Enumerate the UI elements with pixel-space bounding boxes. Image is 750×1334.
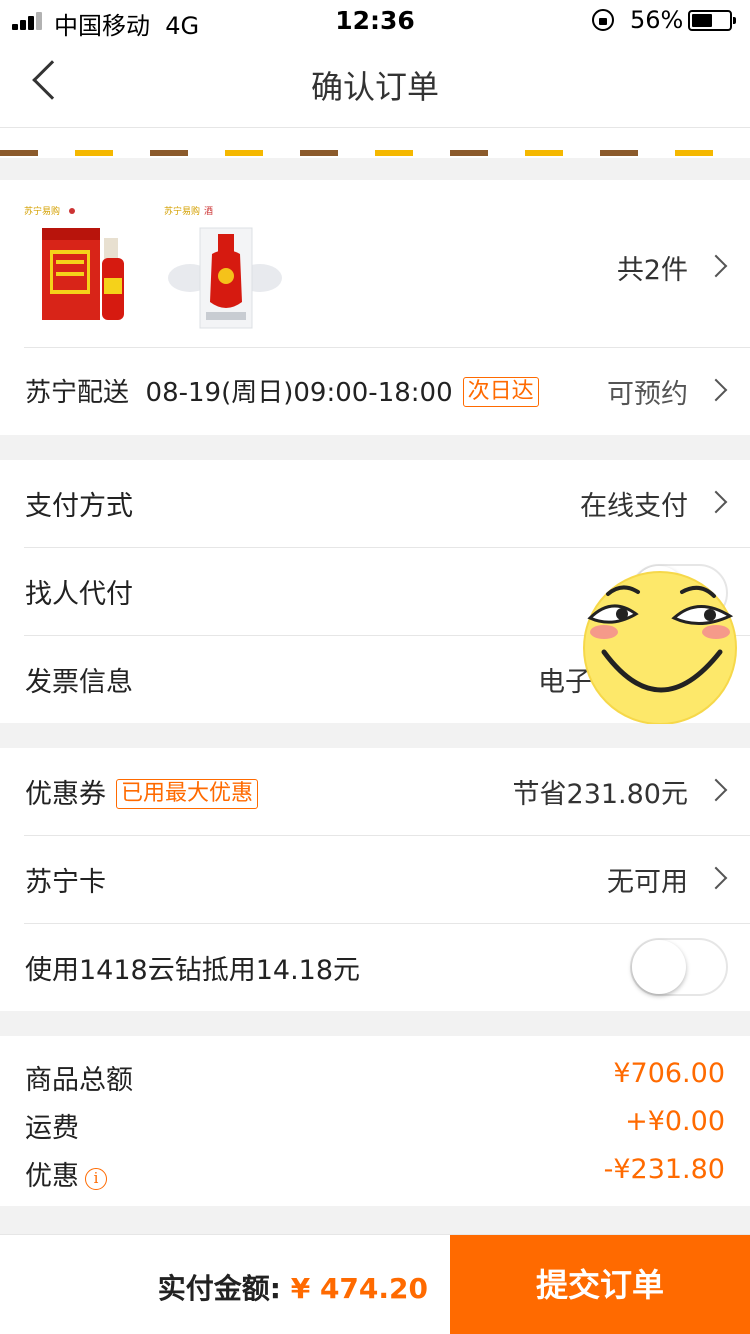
order-items-section: 苏宁易购 苏宁易购 酒 共2件 苏宁配送 08-19(周日)09:00-18:0… xyxy=(0,180,750,435)
product-count: 共2件 xyxy=(616,255,688,286)
pay-amount-label: 实付金额: xyxy=(157,1272,281,1305)
coupon-label: 优惠券 xyxy=(25,779,106,810)
coupon-info: 优惠券 已用最大优惠 xyxy=(25,772,259,811)
liquor-box-image: 苏宁易购 xyxy=(24,205,124,320)
goods-total-value: ¥706.00 xyxy=(613,1058,725,1089)
shipping-row: 运费 +¥0.00 xyxy=(25,1098,725,1146)
info-icon[interactable]: i xyxy=(85,1168,107,1190)
signal-icon xyxy=(12,12,48,30)
suning-card-value: 无可用 xyxy=(607,867,688,898)
orientation-lock-icon xyxy=(592,9,614,31)
carrier-label: 中国移动 4G xyxy=(54,12,200,40)
product-image-1[interactable]: 苏宁易购 xyxy=(20,202,150,332)
shipping-value: +¥0.00 xyxy=(625,1106,725,1137)
shipping-label: 运费 xyxy=(25,1113,79,1144)
chevron-right-icon xyxy=(704,490,728,514)
stripe-segment xyxy=(712,150,750,156)
stripe-band xyxy=(0,150,750,156)
coupon-tag: 已用最大优惠 xyxy=(116,779,259,809)
pay-amount-info: 实付金额: ¥ 474.20 xyxy=(158,1267,428,1307)
liquor-bottle-image: 苏宁易购 酒 xyxy=(164,205,282,329)
payment-method-label: 支付方式 xyxy=(25,491,133,522)
cloud-diamond-toggle[interactable] xyxy=(630,938,728,996)
svg-text:苏宁易购: 苏宁易购 xyxy=(24,205,60,217)
discount-section: 优惠券 已用最大优惠 节省231.80元 苏宁卡 无可用 使用1418云钻抵用14… xyxy=(0,748,750,1011)
chevron-right-icon xyxy=(704,254,728,278)
proxy-pay-label: 找人代付 xyxy=(25,579,133,610)
nav-bar: 确认订单 xyxy=(0,40,750,128)
status-bar: 中国移动 4G 12:36 56% xyxy=(0,0,750,40)
coupon-row[interactable]: 优惠券 已用最大优惠 节省231.80元 xyxy=(0,748,750,836)
delivery-status: 可预约 xyxy=(607,379,688,410)
battery-percent: 56% xyxy=(630,6,684,34)
smirk-emoji-sticker xyxy=(582,568,738,725)
discount-label: 优惠 xyxy=(25,1161,79,1192)
cloud-diamond-label: 使用1418云钻抵用14.18元 xyxy=(25,955,361,986)
checkout-bar: 实付金额: ¥ 474.20 提交订单 xyxy=(0,1234,750,1334)
discount-value: -¥231.80 xyxy=(603,1154,725,1185)
chevron-left-icon xyxy=(32,60,72,100)
toggle-knob xyxy=(632,940,686,994)
next-day-tag: 次日达 xyxy=(462,377,539,407)
coupon-value: 节省231.80元 xyxy=(512,779,688,810)
chevron-right-icon xyxy=(704,778,728,802)
back-button[interactable] xyxy=(16,56,72,112)
battery-icon xyxy=(688,10,736,31)
delivery-label: 苏宁配送 xyxy=(25,378,130,408)
suning-card-row[interactable]: 苏宁卡 无可用 xyxy=(0,836,750,924)
chevron-right-icon xyxy=(704,866,728,890)
battery-fill xyxy=(692,14,712,27)
page-title: 确认订单 xyxy=(310,68,439,106)
discount-total-row: 优惠 i -¥231.80 xyxy=(25,1146,725,1194)
submit-order-button[interactable]: 提交订单 xyxy=(450,1235,750,1334)
cloud-diamond-row: 使用1418云钻抵用14.18元 xyxy=(0,924,750,1011)
pay-amount-value: ¥ 474.20 xyxy=(290,1272,428,1305)
invoice-label: 发票信息 xyxy=(25,667,133,698)
address-stripe xyxy=(0,128,750,158)
product-image-2[interactable]: 苏宁易购 酒 xyxy=(160,202,290,332)
svg-text:苏宁易购: 苏宁易购 xyxy=(164,205,200,217)
discount-info: 优惠 i xyxy=(25,1154,107,1193)
svg-text:酒: 酒 xyxy=(204,206,213,217)
totals-section: 商品总额 ¥706.00 运费 +¥0.00 优惠 i -¥231.80 xyxy=(0,1036,750,1206)
delivery-info: 苏宁配送 08-19(周日)09:00-18:00 次日达 xyxy=(25,372,539,409)
goods-total-row: 商品总额 ¥706.00 xyxy=(25,1050,725,1098)
products-row[interactable]: 苏宁易购 苏宁易购 酒 共2件 xyxy=(0,180,750,348)
delivery-row[interactable]: 苏宁配送 08-19(周日)09:00-18:00 次日达 可预约 xyxy=(0,348,750,435)
goods-total-label: 商品总额 xyxy=(25,1065,133,1096)
delivery-time: 08-19(周日)09:00-18:00 xyxy=(145,378,453,408)
payment-method-value: 在线支付 xyxy=(580,491,688,522)
chevron-right-icon xyxy=(704,378,728,402)
suning-card-label: 苏宁卡 xyxy=(25,867,106,898)
payment-method-row[interactable]: 支付方式 在线支付 xyxy=(0,460,750,548)
